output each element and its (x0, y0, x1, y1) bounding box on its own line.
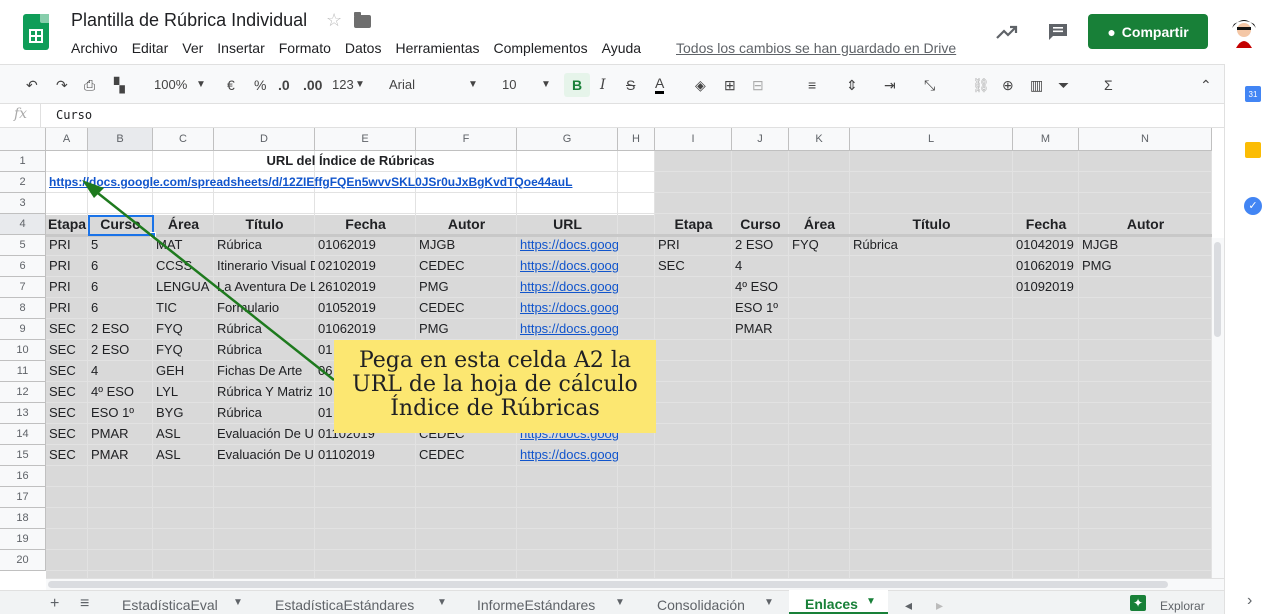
menu-formato[interactable]: Formato (279, 40, 331, 56)
chevron-down-icon[interactable]: ▼ (866, 596, 876, 607)
formula-input[interactable]: Curso (56, 108, 92, 122)
app-header: Plantilla de Rúbrica Individual ☆ Archiv… (0, 0, 1280, 64)
functions-icon[interactable]: Σ (1104, 75, 1113, 95)
scrollbar-thumb[interactable] (48, 581, 1168, 588)
toolbar: ↶ ↷ ⎙ ▚ 100% ▼ € % .0 .00 123 ▼ Arial ▼ … (0, 64, 1224, 104)
percent-format-button[interactable]: % (254, 75, 266, 95)
text-color-icon[interactable]: A (655, 75, 665, 94)
chevron-down-icon[interactable]: ▼ (468, 75, 478, 95)
more-formats-button[interactable]: 123 (332, 75, 354, 95)
keep-icon[interactable] (1245, 142, 1261, 158)
italic-icon[interactable]: I (600, 75, 606, 95)
fill-color-icon[interactable]: ◈ (695, 75, 706, 95)
link-icon[interactable]: ⛓ (972, 75, 990, 95)
menu-editar[interactable]: Editar (132, 40, 169, 56)
menu-complementos[interactable]: Complementos (493, 40, 587, 56)
chevron-right-icon[interactable]: › (1247, 592, 1252, 610)
chevron-down-icon[interactable]: ▼ (541, 75, 551, 95)
tasks-icon[interactable]: ✓ (1244, 197, 1262, 215)
side-panel: 31 ✓ › (1224, 64, 1280, 614)
tab-estadisticaeval[interactable]: EstadísticaEval (122, 597, 218, 613)
text-wrap-icon[interactable]: ⇥ (884, 75, 896, 95)
scroll-tabs-left-icon[interactable]: ◂ (905, 597, 912, 614)
sheets-logo-icon[interactable] (23, 14, 49, 50)
avatar[interactable] (1228, 14, 1260, 48)
tab-consolidacion[interactable]: Consolidación (657, 597, 745, 613)
insert-comment-icon[interactable]: ⊕ (1002, 75, 1014, 95)
increase-decimals-button[interactable]: .00 (303, 75, 322, 95)
insert-chart-icon[interactable]: ▥ (1030, 75, 1043, 95)
redo-icon[interactable]: ↷ (56, 75, 68, 95)
menu-ayuda[interactable]: Ayuda (602, 40, 641, 56)
callout-line-3: Índice de Rúbricas (390, 396, 600, 421)
undo-icon[interactable]: ↶ (26, 75, 38, 95)
explore-button[interactable]: Explorar (1160, 599, 1205, 613)
chevron-down-icon[interactable]: ▼ (233, 597, 243, 608)
explore-icon[interactable]: ✦ (1130, 595, 1146, 611)
tab-enlaces-label: Enlaces (805, 596, 858, 612)
tab-informeestandares[interactable]: InformeEstándares (477, 597, 595, 613)
callout-line-2: URL de la hoja de cálculo (352, 372, 638, 397)
merge-cells-icon[interactable]: ⊟ (752, 75, 764, 95)
share-label: Compartir (1121, 23, 1189, 40)
chevron-down-icon[interactable]: ▼ (355, 75, 365, 95)
align-vertical-icon[interactable]: ⇕ (846, 75, 858, 95)
document-title[interactable]: Plantilla de Rúbrica Individual (71, 10, 307, 31)
tab-estadisticaestandares[interactable]: EstadísticaEstándares (275, 597, 414, 613)
chevron-down-icon[interactable]: ▼ (196, 75, 206, 95)
menu-herramientas[interactable]: Herramientas (395, 40, 479, 56)
menu-insertar[interactable]: Insertar (217, 40, 264, 56)
all-sheets-icon[interactable]: ≡ (80, 595, 89, 613)
chevron-down-icon[interactable]: ▼ (615, 597, 625, 608)
tab-enlaces-active[interactable]: Enlaces ▼ (789, 590, 888, 614)
instruction-callout: Pega en esta celda A2 la URL de la hoja … (334, 340, 656, 433)
menu-bar: Archivo Editar Ver Insertar Formato Dato… (71, 40, 655, 56)
bold-button[interactable]: B (564, 73, 590, 97)
formula-bar: fx Curso (0, 104, 1224, 128)
strikethrough-icon[interactable]: S (626, 75, 635, 95)
menu-ver[interactable]: Ver (182, 40, 203, 56)
comment-icon[interactable] (1047, 22, 1069, 42)
scroll-tabs-right-icon[interactable]: ▸ (936, 597, 943, 614)
font-size-select[interactable]: 10 (502, 75, 516, 95)
paint-format-icon[interactable]: ▚ (114, 75, 125, 95)
horizontal-scrollbar[interactable] (46, 578, 1224, 590)
currency-format-button[interactable]: € (227, 75, 235, 95)
share-button[interactable]: ● Compartir (1088, 14, 1208, 49)
decrease-decimals-button[interactable]: .0 (278, 75, 290, 95)
activity-trend-icon[interactable] (995, 22, 1019, 42)
scrollbar-thumb[interactable] (1214, 242, 1221, 337)
add-sheet-icon[interactable]: + (50, 595, 59, 613)
filter-icon[interactable]: ⏷ (1058, 75, 1069, 95)
chevron-down-icon[interactable]: ▼ (764, 597, 774, 608)
font-select[interactable]: Arial (389, 75, 415, 95)
align-horizontal-icon[interactable]: ≡ (808, 75, 816, 95)
save-status[interactable]: Todos los cambios se han guardado en Dri… (676, 40, 956, 56)
fx-icon: fx (14, 106, 28, 122)
borders-icon[interactable]: ⊞ (724, 75, 736, 95)
star-icon[interactable]: ☆ (326, 10, 342, 31)
collapse-toolbar-icon[interactable]: ⌃ (1200, 75, 1212, 95)
print-icon[interactable]: ⎙ (84, 75, 95, 95)
callout-line-1: Pega en esta celda A2 la (358, 348, 632, 373)
menu-datos[interactable]: Datos (345, 40, 382, 56)
sheet-tabs-bar: + ≡ EstadísticaEval ▼ EstadísticaEstánda… (0, 590, 1224, 614)
chevron-down-icon[interactable]: ▼ (437, 597, 447, 608)
zoom-select[interactable]: 100% (154, 75, 187, 95)
text-rotate-icon[interactable]: ⤡ (924, 75, 935, 95)
folder-icon[interactable] (354, 12, 371, 28)
vertical-scrollbar[interactable] (1212, 238, 1224, 578)
calendar-icon[interactable]: 31 (1245, 86, 1261, 102)
menu-archivo[interactable]: Archivo (71, 40, 118, 56)
divider (40, 104, 41, 128)
person-icon: ● (1107, 23, 1116, 40)
